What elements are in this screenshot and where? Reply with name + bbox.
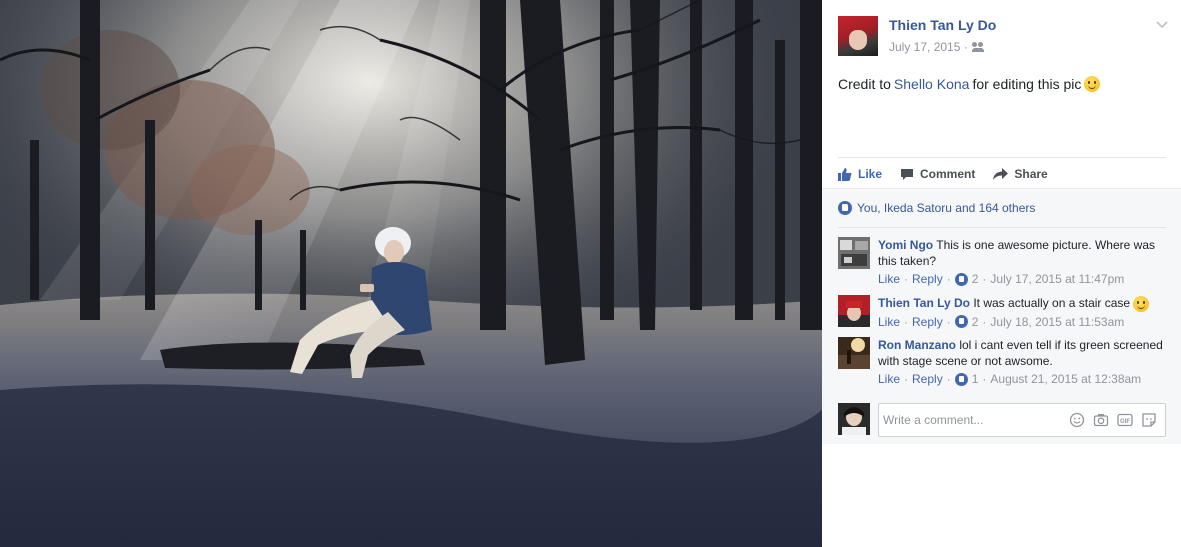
post-actions: Like Comment Share	[838, 157, 1166, 189]
divider	[838, 227, 1166, 228]
like-thumb-icon	[838, 167, 852, 181]
comment-text: It was actually on a stair case	[973, 296, 1131, 310]
comments-section: You, Ikeda Satoru and 164 others Yomi Ng…	[822, 188, 1181, 444]
audience-friends-icon[interactable]	[971, 42, 984, 52]
comment-like-link[interactable]: Like	[878, 314, 900, 330]
like-count-icon	[954, 315, 968, 329]
comment-body: Yomi Ngo This is one awesome picture. Wh…	[878, 237, 1166, 287]
post-caption: Credit to Shello Kona for editing this p…	[838, 76, 1101, 92]
caption-text-before: Credit to	[838, 76, 891, 92]
smile-emoji-icon	[1133, 295, 1150, 312]
reactions-summary-text[interactable]: You, Ikeda Satoru and 164 others	[857, 201, 1035, 215]
svg-text:GIF: GIF	[1120, 419, 1130, 425]
tagged-user-link[interactable]: Shello Kona	[894, 76, 970, 92]
emoji-icon[interactable]	[1069, 412, 1085, 428]
comment-meta: Like · Reply · 1 · August 21, 2015 at 12…	[878, 371, 1142, 387]
like-label: Like	[858, 166, 883, 181]
comment-timestamp[interactable]: July 18, 2015 at 11:53am	[990, 314, 1124, 330]
commenter-name[interactable]: Thien Tan Ly Do	[878, 296, 970, 310]
post-sidebar: Thien Tan Ly Do July 17, 2015 · Credit t…	[822, 0, 1181, 547]
commenter-name[interactable]: Yomi Ngo	[878, 238, 933, 252]
commenter-avatar[interactable]	[838, 337, 870, 369]
author-avatar[interactable]	[838, 16, 878, 56]
comment-button[interactable]: Comment	[900, 167, 975, 181]
share-button[interactable]: Share	[993, 166, 1048, 181]
comment-body: Ron Manzano lol i cant even tell if its …	[878, 337, 1166, 387]
comment-meta: Like · Reply · 2 · July 18, 2015 at 11:5…	[878, 314, 1125, 330]
comment-input[interactable]	[879, 404, 1059, 436]
commenter-name[interactable]: Ron Manzano	[878, 338, 956, 352]
smile-emoji-icon	[1084, 76, 1101, 92]
post-header: Thien Tan Ly Do July 17, 2015 ·	[838, 16, 1168, 60]
current-user-avatar[interactable]	[838, 403, 870, 435]
commenter-avatar[interactable]	[838, 295, 870, 327]
chevron-down-icon[interactable]	[1155, 17, 1169, 31]
share-label: Share	[1014, 166, 1048, 181]
post-photo[interactable]	[0, 0, 822, 547]
sticker-icon[interactable]	[1141, 412, 1157, 428]
comment-reply-link[interactable]: Reply	[912, 271, 943, 287]
comment-composer: GIF	[838, 403, 1168, 437]
like-reaction-icon	[838, 201, 852, 215]
composer-tools: GIF	[1069, 412, 1157, 428]
comment-like-count[interactable]: 2	[972, 314, 979, 330]
comment-meta: Like · Reply · 2 · July 17, 2015 at 11:4…	[878, 271, 1125, 287]
comment-like-link[interactable]: Like	[878, 271, 900, 287]
like-count-icon	[954, 372, 968, 386]
comment-reply-link[interactable]: Reply	[912, 371, 943, 387]
comment-like-link[interactable]: Like	[878, 371, 900, 387]
reactions-summary[interactable]: You, Ikeda Satoru and 164 others	[838, 201, 1035, 215]
forest-scene	[0, 0, 822, 547]
comment-input-box[interactable]: GIF	[878, 403, 1166, 437]
like-button[interactable]: Like	[838, 167, 882, 181]
post-meta: July 17, 2015 ·	[889, 40, 984, 54]
post-date[interactable]: July 17, 2015 ·	[889, 40, 968, 54]
comment-label: Comment	[920, 166, 976, 181]
comment-timestamp[interactable]: August 21, 2015 at 12:38am	[990, 371, 1141, 387]
comment-like-count[interactable]: 1	[972, 371, 979, 387]
camera-icon[interactable]	[1093, 412, 1109, 428]
comment-timestamp[interactable]: July 17, 2015 at 11:47pm	[990, 271, 1124, 287]
gif-icon[interactable]: GIF	[1117, 412, 1133, 428]
commenter-avatar[interactable]	[838, 237, 870, 269]
caption-text-after: for editing this pic	[972, 76, 1082, 92]
share-arrow-icon	[993, 167, 1009, 180]
author-name[interactable]: Thien Tan Ly Do	[889, 17, 996, 33]
comment-reply-link[interactable]: Reply	[912, 314, 943, 330]
comment-bubble-icon	[901, 168, 914, 180]
comment-like-count[interactable]: 2	[972, 271, 979, 287]
like-count-icon	[954, 272, 968, 286]
comment-body: Thien Tan Ly Do It was actually on a sta…	[878, 295, 1166, 330]
